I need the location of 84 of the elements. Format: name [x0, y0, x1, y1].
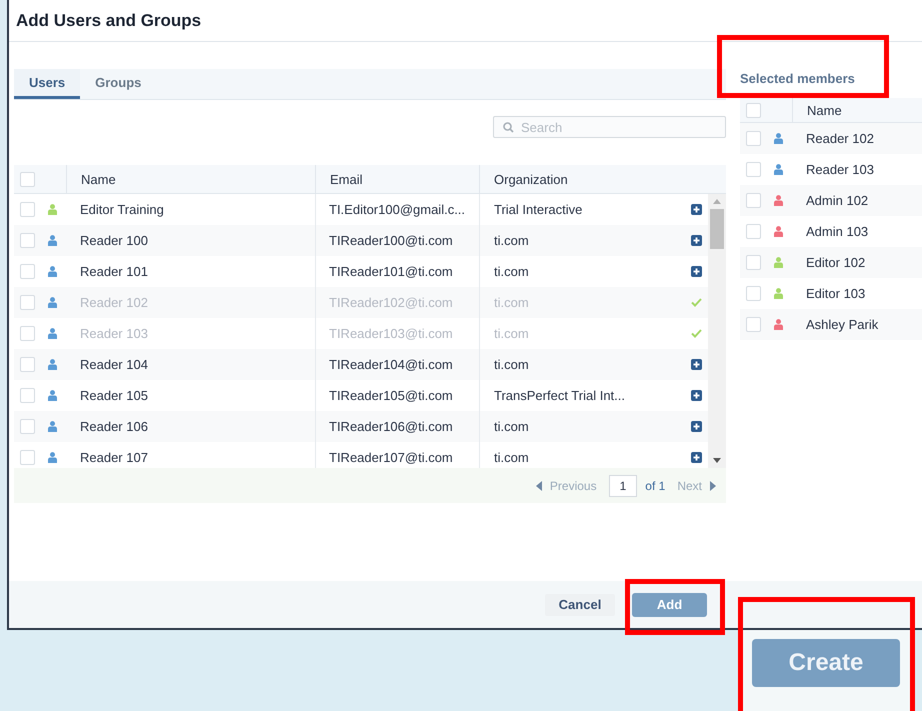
- check-icon: [691, 329, 702, 338]
- tab[interactable]: Groups: [80, 69, 156, 99]
- table-cell: Reader 100: [80, 233, 148, 248]
- member-name: Reader 103: [805, 162, 874, 177]
- column-header: Name: [807, 102, 842, 118]
- table-cell: TIReader107@ti.com: [329, 450, 453, 465]
- checkbox[interactable]: [20, 202, 35, 217]
- checkbox[interactable]: [746, 286, 761, 301]
- scroll-thumb[interactable]: [710, 209, 724, 249]
- checkbox[interactable]: [746, 162, 761, 177]
- plus-icon[interactable]: [691, 421, 702, 432]
- checkbox[interactable]: [746, 255, 761, 270]
- plus-icon[interactable]: [691, 359, 702, 370]
- check-icon: [691, 298, 702, 307]
- member-name: Ashley Parik: [805, 317, 878, 332]
- panel-title: Selected members: [740, 71, 856, 88]
- window-title: Add Users and Groups: [16, 10, 202, 30]
- checkbox[interactable]: [20, 233, 35, 248]
- table-cell: Reader 107: [80, 450, 148, 465]
- table-cell: ti.com: [494, 233, 529, 248]
- checkbox[interactable]: [20, 388, 35, 403]
- plus-icon[interactable]: [691, 452, 702, 463]
- plus-icon[interactable]: [691, 266, 702, 277]
- page-count: of 1: [645, 478, 666, 492]
- checkbox[interactable]: [746, 193, 761, 208]
- table-cell: TIReader106@ti.com: [329, 419, 453, 434]
- checkbox[interactable]: [746, 102, 761, 118]
- plus-icon[interactable]: [691, 390, 702, 401]
- table-cell: Trial Interactive: [494, 202, 582, 217]
- next-arrow-icon[interactable]: [710, 480, 716, 490]
- tab[interactable]: Users: [14, 69, 80, 99]
- checkbox[interactable]: [20, 172, 35, 186]
- add-button[interactable]: Add: [632, 592, 707, 616]
- scrollbar[interactable]: [708, 194, 726, 468]
- table-cell: ti.com: [494, 326, 529, 341]
- checkbox[interactable]: [20, 295, 35, 310]
- table-cell: ti.com: [494, 419, 529, 434]
- table-cell: Reader 106: [80, 419, 148, 434]
- checkbox[interactable]: [20, 264, 35, 279]
- table-cell: Reader 103: [80, 326, 148, 341]
- table-cell: TIReader101@ti.com: [329, 264, 453, 279]
- scroll-down-icon[interactable]: [713, 458, 721, 463]
- table-cell: ti.com: [494, 357, 529, 372]
- table-cell: TI.Editor100@gmail.c...: [329, 202, 466, 217]
- checkbox[interactable]: [20, 326, 35, 341]
- checkbox[interactable]: [20, 450, 35, 465]
- previous-link[interactable]: Previous: [550, 478, 597, 492]
- search-icon: [503, 122, 514, 133]
- plus-icon[interactable]: [691, 235, 702, 246]
- table-cell: ti.com: [494, 295, 529, 310]
- table-cell: TIReader102@ti.com: [329, 295, 453, 310]
- table-cell: TIReader104@ti.com: [329, 357, 453, 372]
- column-header: Email: [330, 172, 363, 186]
- member-name: Editor 103: [805, 286, 866, 301]
- create-button[interactable]: Create: [752, 639, 900, 687]
- next-link[interactable]: Next: [677, 478, 702, 492]
- checkbox[interactable]: [746, 317, 761, 332]
- cancel-button[interactable]: Cancel: [545, 594, 615, 616]
- search-field[interactable]: Search: [493, 116, 726, 138]
- table-cell: Editor Training: [80, 202, 164, 217]
- table-cell: ti.com: [494, 264, 529, 279]
- checkbox[interactable]: [20, 419, 35, 434]
- table-cell: ti.com: [494, 450, 529, 465]
- column-header: Name: [81, 172, 116, 186]
- table-cell: TIReader103@ti.com: [329, 326, 453, 341]
- table-cell: TIReader100@ti.com: [329, 233, 453, 248]
- member-name: Reader 102: [805, 131, 874, 146]
- column-header: Organization: [494, 172, 568, 186]
- member-name: Editor 102: [805, 255, 866, 270]
- table-cell: Reader 104: [80, 357, 148, 372]
- previous-arrow-icon[interactable]: [536, 480, 542, 490]
- checkbox[interactable]: [746, 131, 761, 146]
- member-name: Admin 102: [805, 193, 868, 208]
- plus-icon[interactable]: [691, 204, 702, 215]
- page-field[interactable]: 1: [608, 474, 638, 496]
- table-cell: Reader 101: [80, 264, 148, 279]
- table-cell: Reader 105: [80, 388, 148, 403]
- table-cell: Reader 102: [80, 295, 148, 310]
- checkbox[interactable]: [746, 224, 761, 239]
- table-cell: TransPerfect Trial Int...: [494, 388, 626, 403]
- checkbox[interactable]: [20, 357, 35, 372]
- member-name: Admin 103: [805, 224, 868, 239]
- scroll-up-icon[interactable]: [713, 199, 721, 204]
- table-cell: TIReader105@ti.com: [329, 388, 453, 403]
